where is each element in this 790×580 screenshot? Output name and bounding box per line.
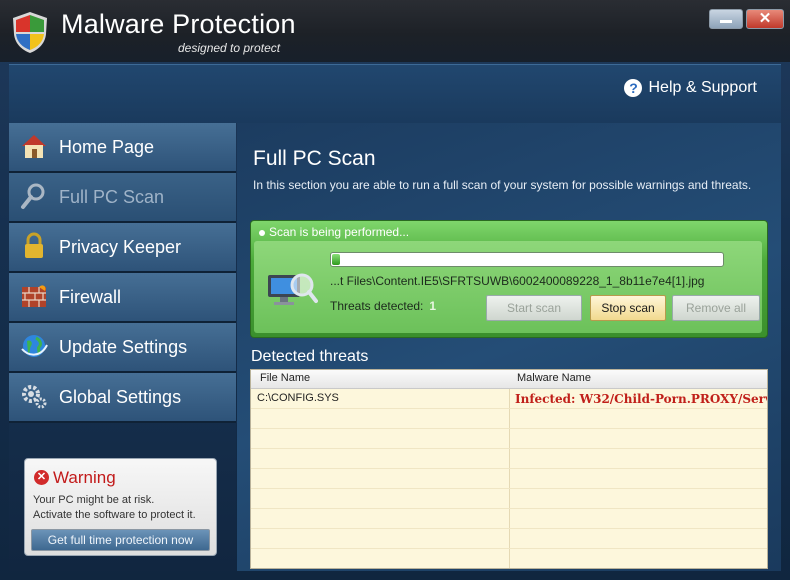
title-bar: Malware Protection designed to protect ✕ (0, 0, 790, 62)
sidebar-item-global-settings[interactable]: Global Settings (9, 373, 236, 423)
threats-label: Threats detected: (330, 299, 424, 313)
minimize-icon (720, 20, 732, 23)
row-line (251, 428, 767, 429)
sidebar: Home Page Full PC Scan Privacy Keeper Fi… (9, 123, 236, 571)
page-description: In this section you are able to run a fu… (253, 178, 752, 192)
threat-malware-name: Infected: W32/Child-Porn.PROXY/Server (515, 392, 768, 406)
sidebar-item-label: Global Settings (59, 387, 182, 407)
sidebar-item-full-pc-scan[interactable]: Full PC Scan (9, 173, 236, 223)
close-button[interactable]: ✕ (746, 9, 784, 29)
status-dot-icon (259, 229, 265, 236)
help-support-link[interactable]: ? Help & Support (624, 79, 757, 97)
row-line (251, 468, 767, 469)
column-separator (509, 370, 510, 568)
sidebar-item-home[interactable]: Home Page (9, 123, 236, 173)
app-window: Malware Protection designed to protect ✕… (0, 0, 790, 580)
threats-detected: Threats detected: 1 (330, 299, 436, 313)
sidebar-item-label: Update Settings (59, 337, 188, 357)
globe-icon (21, 335, 48, 357)
row-line (251, 548, 767, 549)
sidebar-item-label: Firewall (59, 287, 122, 307)
computer-scan-icon (268, 273, 318, 305)
magnifier-icon (21, 183, 45, 209)
row-line (251, 528, 767, 529)
table-header: File Name Malware Name (251, 370, 767, 389)
detected-threats-title: Detected threats (251, 348, 369, 365)
minimize-button[interactable] (709, 9, 743, 29)
scan-current-file: ...t Files\Content.IE5\SFRTSUWB\60024000… (330, 274, 705, 288)
house-icon (22, 135, 46, 158)
sidebar-item-firewall[interactable]: Firewall (9, 273, 236, 323)
get-protection-button[interactable]: Get full time protection now (31, 529, 210, 551)
shield-logo-icon (13, 12, 47, 53)
close-icon: ✕ (758, 10, 772, 27)
app-subtitle: designed to protect (178, 41, 281, 55)
row-line (251, 508, 767, 509)
warning-line-2: Activate the software to protect it. (33, 509, 196, 521)
gears-icon (22, 385, 47, 409)
threats-table: File Name Malware Name C:\CONFIG.SYS Inf… (250, 369, 768, 569)
scan-status: Scan is being performed... (259, 225, 409, 239)
scan-progress-bar (330, 252, 724, 267)
warning-text: Your PC might be at risk. Activate the s… (33, 493, 213, 523)
row-line (251, 408, 767, 409)
threats-count: 1 (429, 299, 437, 313)
scan-panel: Scan is being performed... ...t Files\Co… (250, 220, 768, 338)
sidebar-item-privacy-keeper[interactable]: Privacy Keeper (9, 223, 236, 273)
stop-scan-button[interactable]: Stop scan (590, 295, 666, 321)
help-support-label: Help & Support (648, 79, 757, 96)
sidebar-item-label: Home Page (59, 137, 155, 157)
page-title: Full PC Scan (253, 147, 376, 170)
start-scan-button[interactable]: Start scan (486, 295, 582, 321)
scan-progress-fill (332, 254, 340, 265)
warning-title: Warning (53, 468, 116, 487)
scan-inner: ...t Files\Content.IE5\SFRTSUWB\60024000… (254, 241, 762, 333)
warning-box: ✕ Warning Your PC might be at risk. Acti… (24, 458, 217, 556)
sidebar-item-label: Privacy Keeper (59, 237, 182, 257)
brick-wall-icon (22, 285, 46, 307)
sidebar-item-update-settings[interactable]: Update Settings (9, 323, 236, 373)
threat-file-name: C:\CONFIG.SYS (257, 392, 339, 404)
sidebar-item-label: Full PC Scan (59, 187, 165, 207)
header-band: ? Help & Support (9, 64, 781, 123)
question-icon: ? (624, 79, 643, 97)
main-panel: Full PC Scan In this section you are abl… (237, 123, 781, 571)
scan-status-label: Scan is being performed... (269, 225, 410, 239)
warning-line-1: Your PC might be at risk. (33, 494, 155, 506)
app-title: Malware Protection (61, 9, 296, 39)
column-header-file-name[interactable]: File Name (260, 372, 310, 384)
error-icon: ✕ (34, 470, 49, 485)
padlock-icon (25, 232, 43, 258)
column-header-malware-name[interactable]: Malware Name (517, 372, 591, 384)
row-line (251, 488, 767, 489)
row-line (251, 448, 767, 449)
remove-all-button[interactable]: Remove all (672, 295, 760, 321)
